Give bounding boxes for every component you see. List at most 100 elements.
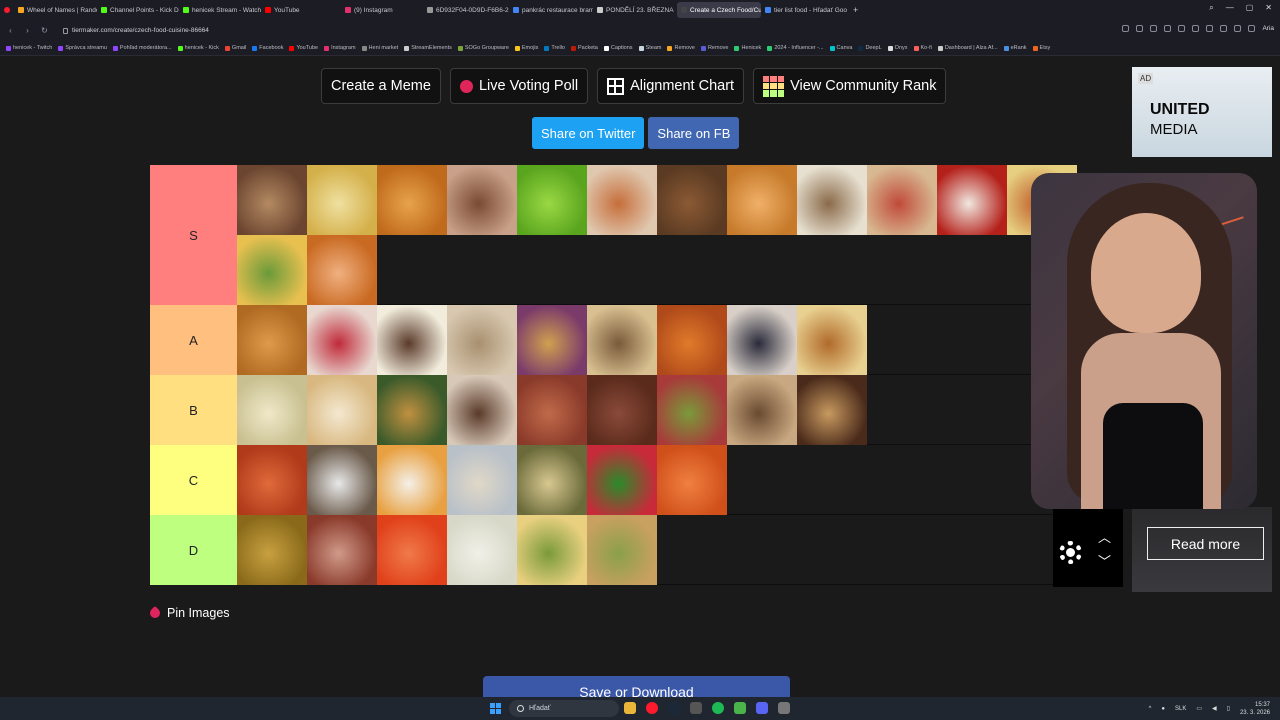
volume-icon[interactable]: ◀ <box>1212 705 1217 712</box>
food-image-tile[interactable] <box>377 305 447 375</box>
bookmark-item[interactable]: Gmail <box>224 45 246 51</box>
food-image-tile[interactable] <box>517 305 587 375</box>
url-text[interactable]: tiermaker.com/create/czech-food-cuisine-… <box>72 27 209 34</box>
bookmark-item[interactable]: DeepL <box>858 45 882 51</box>
tier-label[interactable]: D <box>150 515 237 585</box>
minimize-icon[interactable]: — <box>1226 3 1234 13</box>
bookmark-item[interactable]: Správca streamu <box>58 45 107 51</box>
food-image-tile[interactable] <box>797 375 867 445</box>
browser-tab[interactable]: YouTube <box>261 2 341 18</box>
screenshot-icon[interactable] <box>1150 25 1158 32</box>
food-image-tile[interactable] <box>727 305 797 375</box>
bookmark-item[interactable]: Heni market <box>361 45 398 51</box>
food-image-tile[interactable] <box>517 165 587 235</box>
food-image-tile[interactable] <box>657 165 727 235</box>
bookmark-item[interactable]: SOGo Groupware <box>457 45 509 51</box>
food-image-tile[interactable] <box>377 515 447 585</box>
advertisement-banner[interactable]: AD UNITED MEDIA <box>1132 67 1272 157</box>
food-image-tile[interactable] <box>587 165 657 235</box>
easy-setup-icon[interactable] <box>1248 25 1256 32</box>
bookmark-item[interactable]: Canva <box>829 45 852 51</box>
url-field[interactable]: tiermaker.com/create/czech-food-cuisine-… <box>63 27 209 34</box>
battery-icon[interactable]: ▯ <box>1227 705 1230 712</box>
app-icon[interactable] <box>778 702 790 714</box>
browser-tab[interactable]: henicek Stream - Watch L <box>179 2 261 18</box>
pin-images-toggle[interactable]: Pin Images <box>147 605 230 621</box>
obs-icon[interactable] <box>734 702 746 714</box>
bookmark-item[interactable]: Packeta <box>570 45 598 51</box>
tier-label[interactable]: C <box>150 445 237 515</box>
discord-icon[interactable] <box>756 702 768 714</box>
food-image-tile[interactable] <box>447 305 517 375</box>
network-icon[interactable]: ▭ <box>1196 705 1202 712</box>
bookmark-item[interactable]: Henicek <box>734 45 761 51</box>
food-image-tile[interactable] <box>307 305 377 375</box>
bookmark-item[interactable]: eRank <box>1003 45 1027 51</box>
browser-tab[interactable]: PONDĚLÍ 23. BŘEZNA <box>593 2 677 18</box>
food-image-tile[interactable] <box>447 375 517 445</box>
food-image-tile[interactable] <box>307 375 377 445</box>
food-image-tile[interactable] <box>447 165 517 235</box>
bookmark-item[interactable]: henicek - Twitch <box>6 45 52 51</box>
chevron-down-icon[interactable]: ﹀ <box>1098 551 1111 570</box>
translate-icon[interactable] <box>1136 25 1144 32</box>
tier-label[interactable]: B <box>150 375 237 445</box>
search-tabs-icon[interactable]: ⌕ <box>1209 3 1213 13</box>
menu-icon[interactable] <box>1220 25 1228 32</box>
food-image-tile[interactable] <box>867 165 937 235</box>
chevron-up-icon[interactable]: ︿ <box>1098 527 1111 546</box>
food-image-tile[interactable] <box>517 515 587 585</box>
bookmark-item[interactable]: Steam <box>638 45 661 51</box>
alignment-chart-button[interactable]: Alignment Chart <box>597 68 745 104</box>
bookmark-item[interactable]: henicek - Kick <box>177 45 219 51</box>
food-image-tile[interactable] <box>307 235 377 305</box>
live-voting-poll-button[interactable]: Live Voting Poll <box>449 68 589 104</box>
bookmark-item[interactable]: Instagram <box>324 45 356 51</box>
bookmark-item[interactable]: Remove <box>700 45 728 51</box>
snapshot-icon[interactable] <box>1164 25 1172 32</box>
new-tab-button[interactable]: + <box>853 5 858 15</box>
browser-tab[interactable]: tier list food - Hľadať Goo <box>761 2 847 18</box>
food-image-tile[interactable] <box>237 375 307 445</box>
food-image-tile[interactable] <box>587 445 657 515</box>
food-image-tile[interactable] <box>797 305 867 375</box>
opera-logo-icon[interactable] <box>0 2 14 18</box>
food-image-tile[interactable] <box>237 165 307 235</box>
tier-label[interactable]: S <box>150 165 237 305</box>
bookmark-heart-icon[interactable] <box>1192 25 1200 32</box>
file-explorer-icon[interactable] <box>624 702 636 714</box>
food-image-tile[interactable] <box>447 515 517 585</box>
steam-icon[interactable] <box>668 702 680 714</box>
food-image-tile[interactable] <box>237 515 307 585</box>
tray-overflow-icon[interactable]: ^ <box>1149 706 1152 712</box>
bookmark-item[interactable]: Emojis <box>514 45 538 51</box>
read-more-button[interactable]: Read more <box>1147 527 1264 560</box>
aria-button[interactable]: Aria <box>1262 25 1274 32</box>
food-image-tile[interactable] <box>307 445 377 515</box>
share-twitter-button[interactable]: Share on Twitter <box>532 117 645 149</box>
browser-tab[interactable]: Channel Points - Kick Dc <box>97 2 179 18</box>
browser-tab[interactable]: 6D932F04-0D9D-F6B6-2C <box>423 2 509 18</box>
share-facebook-button[interactable]: Share on FB <box>648 117 740 149</box>
clock[interactable]: 15:37 23. 3. 2026 <box>1240 701 1270 717</box>
food-image-tile[interactable] <box>937 165 1007 235</box>
tier-label[interactable]: A <box>150 305 237 375</box>
food-image-tile[interactable] <box>307 165 377 235</box>
play-icon[interactable] <box>1178 25 1186 32</box>
food-image-tile[interactable] <box>517 445 587 515</box>
microphone-icon[interactable]: ● <box>1161 706 1165 712</box>
food-image-tile[interactable] <box>377 165 447 235</box>
view-community-rank-button[interactable]: View Community Rank <box>753 68 947 104</box>
bookmark-item[interactable]: Ko-fi <box>913 45 932 51</box>
bookmark-item[interactable]: Onyx <box>887 45 908 51</box>
taskbar-search[interactable]: Hľadať <box>509 700 619 717</box>
browser-tab[interactable]: Create a Czech Food/Cuis <box>677 2 761 18</box>
food-image-tile[interactable] <box>657 375 727 445</box>
bookmark-item[interactable]: Facebook <box>252 45 283 51</box>
extension-icon[interactable] <box>1234 25 1242 32</box>
back-icon[interactable]: ‹ <box>6 26 15 35</box>
bookmark-item[interactable]: YouTube <box>289 45 318 51</box>
close-icon[interactable]: ✕ <box>1265 3 1272 13</box>
save-or-download-button[interactable]: Save or Download <box>483 676 790 697</box>
browser-tab[interactable]: (9) Instagram <box>341 2 423 18</box>
